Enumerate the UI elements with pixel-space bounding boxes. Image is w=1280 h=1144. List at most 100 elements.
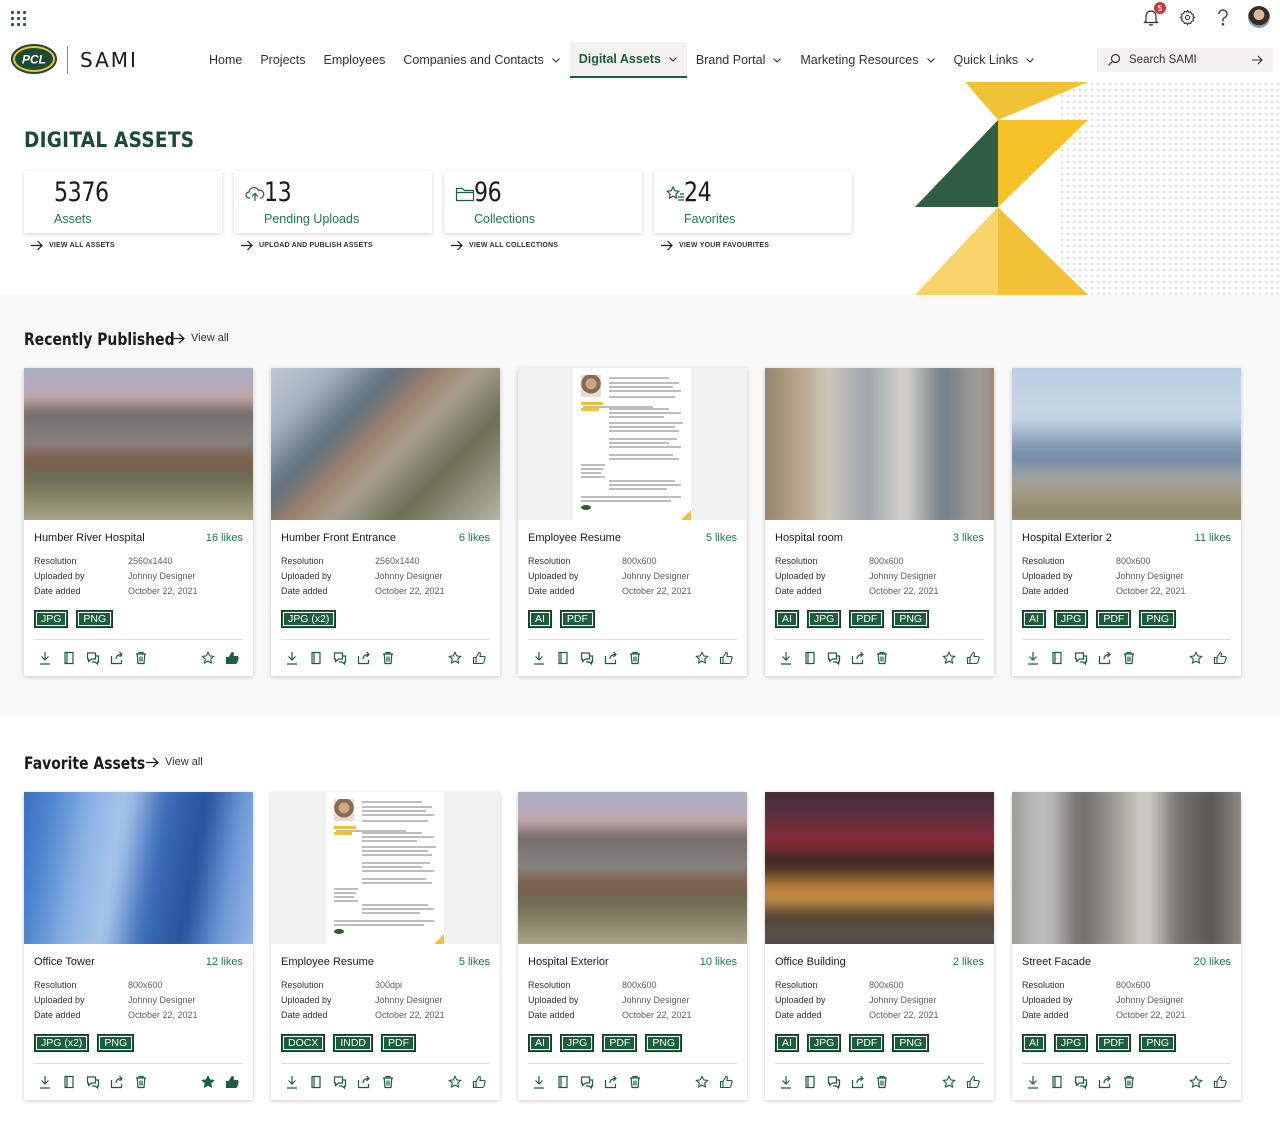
star-icon[interactable] [942,1075,956,1089]
file-format-tag[interactable]: PDF [1096,1034,1132,1052]
asset-title[interactable]: Street Facade [1022,956,1091,968]
nav-item-home[interactable]: Home [200,42,251,78]
thumbs-up-filled-icon[interactable] [225,651,239,665]
book-icon[interactable] [556,1075,570,1089]
download-icon[interactable] [38,651,52,665]
asset-title[interactable]: Employee Resume [528,532,621,544]
download-icon[interactable] [285,651,299,665]
asset-thumbnail[interactable] [765,792,994,944]
file-format-tag[interactable]: JPG [1053,1034,1089,1052]
notifications-icon[interactable]: 5 [1140,2,1166,28]
file-format-tag[interactable]: AI [775,1034,799,1052]
comment-icon[interactable] [333,651,347,666]
file-format-tag[interactable]: JPG [559,1034,595,1052]
nav-item-digital-assets[interactable]: Digital Assets [569,42,687,78]
asset-thumbnail[interactable] [271,368,500,520]
search-box[interactable]: Search SAMI [1097,48,1273,72]
view-all-link[interactable]: View all [145,756,203,768]
comment-icon[interactable] [86,651,100,666]
star-icon[interactable] [695,651,709,665]
stat-card-favorites[interactable]: 24 Favorites [654,171,852,233]
stat-card-collections[interactable]: 96 Collections [444,171,642,233]
file-format-tag[interactable]: JPG [806,610,842,628]
file-format-tag[interactable]: PDF [381,1034,417,1052]
file-format-tag[interactable]: PDF [849,610,885,628]
thumbs-up-icon[interactable] [472,1075,486,1089]
thumbs-up-icon[interactable] [719,651,733,665]
asset-card[interactable]: Office Tower 12 likes Resolution 800x600 Upl… [24,792,253,1100]
download-icon[interactable] [532,1075,546,1089]
app-launcher-icon[interactable] [11,11,26,26]
asset-title[interactable]: Humber River Hospital [34,532,145,544]
star-icon[interactable] [448,1075,462,1089]
file-format-tag[interactable]: JPG (x2) [281,610,337,628]
user-avatar[interactable] [1248,6,1270,28]
thumbs-up-icon[interactable] [966,651,980,665]
nav-item-companies-and-contacts[interactable]: Companies and Contacts [394,42,569,78]
share-icon[interactable] [357,651,371,665]
stat-link[interactable]: VIEW YOUR FAVOURITES [660,240,769,251]
book-icon[interactable] [309,1075,323,1089]
trash-icon[interactable] [628,1075,642,1089]
share-icon[interactable] [1098,651,1112,665]
file-format-tag[interactable]: PNG [645,1034,683,1052]
trash-icon[interactable] [381,1075,395,1089]
share-icon[interactable] [851,1075,865,1089]
asset-title[interactable]: Hospital Exterior 2 [1022,532,1112,544]
nav-item-marketing-resources[interactable]: Marketing Resources [791,42,944,78]
trash-icon[interactable] [628,651,642,665]
stat-card-pending-uploads[interactable]: 13 Pending Uploads [234,171,432,233]
file-format-tag[interactable]: PNG [76,610,114,628]
share-icon[interactable] [357,1075,371,1089]
download-icon[interactable] [779,1075,793,1089]
file-format-tag[interactable]: PNG [892,610,930,628]
file-format-tag[interactable]: JPG [34,610,69,628]
help-icon[interactable] [1212,6,1234,28]
asset-thumbnail[interactable] [518,792,747,944]
book-icon[interactable] [62,651,76,665]
star-icon[interactable] [942,651,956,665]
comment-icon[interactable] [827,651,841,666]
asset-title[interactable]: Humber Front Entrance [281,532,396,544]
download-icon[interactable] [1026,1075,1040,1089]
asset-title[interactable]: Employee Resume [281,956,374,968]
nav-item-employees[interactable]: Employees [315,42,395,78]
download-icon[interactable] [532,651,546,665]
file-format-tag[interactable]: JPG (x2) [34,1034,90,1052]
file-format-tag[interactable]: AI [775,610,799,628]
asset-card[interactable]: Humber Front Entrance 6 likes Resolution 25… [271,368,500,676]
book-icon[interactable] [1050,651,1064,665]
asset-thumbnail[interactable] [271,792,500,944]
comment-icon[interactable] [1074,651,1088,666]
thumbs-up-icon[interactable] [966,1075,980,1089]
file-format-tag[interactable]: PDF [559,610,595,628]
file-format-tag[interactable]: JPG [1053,610,1089,628]
asset-card[interactable]: Employee Resume 5 likes Resolution 800x600 U… [518,368,747,676]
download-icon[interactable] [1026,651,1040,665]
trash-icon[interactable] [381,651,395,665]
thumbs-up-icon[interactable] [719,1075,733,1089]
share-icon[interactable] [851,651,865,665]
file-format-tag[interactable]: PDF [849,1034,885,1052]
book-icon[interactable] [62,1075,76,1089]
file-format-tag[interactable]: AI [528,1034,552,1052]
view-all-link[interactable]: View all [171,332,229,344]
book-icon[interactable] [803,651,817,665]
star-icon[interactable] [1189,1075,1203,1089]
trash-icon[interactable] [875,1075,889,1089]
stat-link[interactable]: VIEW ALL COLLECTIONS [450,240,558,251]
book-icon[interactable] [309,651,323,665]
download-icon[interactable] [285,1075,299,1089]
star-filled-icon[interactable] [201,1075,215,1089]
comment-icon[interactable] [580,651,594,666]
asset-thumbnail[interactable] [24,792,253,944]
file-format-tag[interactable]: PNG [1139,610,1177,628]
trash-icon[interactable] [1122,1075,1136,1089]
file-format-tag[interactable]: AI [1022,1034,1046,1052]
asset-title[interactable]: Hospital Exterior [528,956,609,968]
star-icon[interactable] [201,651,215,665]
asset-title[interactable]: Hospital room [775,532,843,544]
share-icon[interactable] [110,1075,124,1089]
thumbs-up-icon[interactable] [1213,651,1227,665]
download-icon[interactable] [38,1075,52,1089]
